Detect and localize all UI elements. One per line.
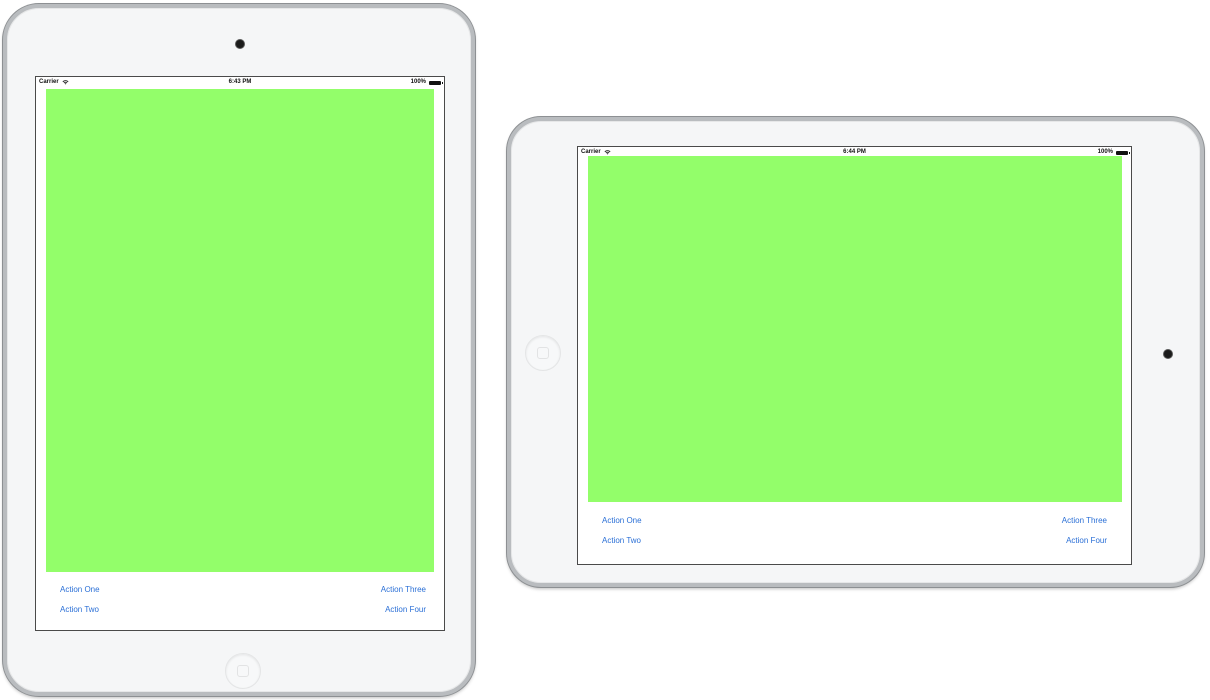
- battery-label: 100%: [410, 79, 426, 85]
- action-two-button[interactable]: Action Two: [60, 605, 99, 614]
- green-content-view: [588, 156, 1122, 502]
- canvas: Carrier 6:43 PM 100% Action One Action T…: [0, 0, 1210, 700]
- home-button[interactable]: [225, 653, 261, 689]
- status-right: 100%: [410, 77, 443, 88]
- action-one-button[interactable]: Action One: [60, 585, 100, 594]
- status-bar: Carrier 6:43 PM 100%: [36, 77, 444, 88]
- camera-icon: [1164, 350, 1172, 358]
- ipad-landscape: Carrier 6:44 PM 100% Action One Action T…: [507, 117, 1204, 587]
- ipad-portrait: Carrier 6:43 PM 100% Action One Action T…: [3, 4, 475, 696]
- action-two-button[interactable]: Action Two: [602, 536, 641, 545]
- action-three-button[interactable]: Action Three: [381, 585, 426, 594]
- battery-icon: [429, 80, 443, 85]
- green-content-view: [46, 89, 434, 572]
- action-one-button[interactable]: Action One: [602, 516, 642, 525]
- action-three-button[interactable]: Action Three: [1062, 516, 1107, 525]
- camera-icon: [236, 40, 244, 48]
- status-time: 6:43 PM: [228, 79, 252, 85]
- action-four-button[interactable]: Action Four: [385, 605, 426, 614]
- battery-icon: [1116, 150, 1130, 155]
- home-button[interactable]: [525, 335, 561, 371]
- portrait-screen: Carrier 6:43 PM 100% Action One Action T…: [35, 76, 445, 631]
- landscape-screen: Carrier 6:44 PM 100% Action One Action T…: [577, 146, 1132, 565]
- action-four-button[interactable]: Action Four: [1066, 536, 1107, 545]
